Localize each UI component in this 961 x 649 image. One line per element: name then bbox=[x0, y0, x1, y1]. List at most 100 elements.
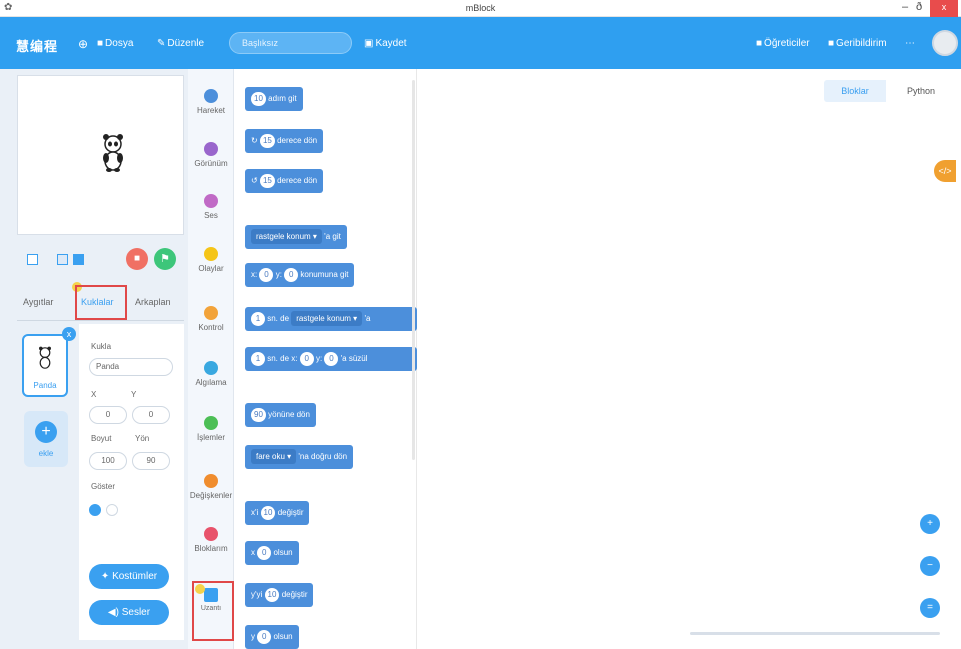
size-field[interactable]: 100 bbox=[89, 452, 127, 470]
block-glide-to-xy[interactable]: 1 sn. de x: 0 y: 0 'a süzül bbox=[245, 347, 417, 371]
tab-devices[interactable]: Aygıtlar bbox=[23, 297, 53, 307]
zoom-out-button[interactable]: − bbox=[920, 556, 940, 576]
block-input[interactable]: 1 bbox=[251, 311, 265, 326]
category-operators[interactable]: İşlemler bbox=[188, 404, 234, 454]
category-events[interactable]: Olaylar bbox=[188, 235, 234, 285]
edit-menu-label: Düzenle bbox=[167, 38, 205, 49]
block-text: y: bbox=[275, 270, 282, 279]
tutorials-menu[interactable]: ■ Öğreticiler bbox=[756, 38, 810, 49]
block-text: x: bbox=[251, 270, 258, 279]
close-button[interactable]: x bbox=[930, 0, 958, 17]
more-menu[interactable]: ⋯ bbox=[905, 38, 915, 49]
x-field[interactable]: 0 bbox=[89, 406, 127, 424]
block-input[interactable]: 15 bbox=[259, 133, 275, 148]
block-turn-right[interactable]: ↻ 15 derece dön bbox=[245, 129, 324, 153]
mode-tabs: Bloklar Python bbox=[824, 80, 954, 102]
block-point-towards[interactable]: fare oku ▾ 'na doğru dön bbox=[245, 445, 354, 469]
folder-icon: ■ bbox=[97, 38, 104, 49]
block-move-steps[interactable]: 10 adım git bbox=[245, 87, 303, 111]
block-input[interactable]: 1 bbox=[251, 351, 265, 366]
sprite-card[interactable]: Panda bbox=[22, 334, 68, 397]
fullscreen-icon[interactable] bbox=[73, 254, 84, 265]
zoom-reset-button[interactable]: = bbox=[920, 598, 940, 618]
block-dropdown[interactable]: rastgele konum ▾ bbox=[251, 229, 322, 245]
category-sensing[interactable]: Algılama bbox=[188, 349, 234, 399]
block-input[interactable]: 0 bbox=[259, 267, 274, 282]
block-dropdown[interactable]: rastgele konum ▾ bbox=[291, 311, 363, 327]
block-go-to[interactable]: rastgele konum ▾ 'a git bbox=[245, 225, 347, 249]
language-globe-icon[interactable]: ⊕ bbox=[78, 37, 88, 51]
block-set-y[interactable]: y 0 olsun bbox=[245, 625, 299, 649]
block-glide-to[interactable]: 1 sn. de rastgele konum ▾ 'a bbox=[245, 307, 417, 331]
sounds-button[interactable]: ◀) Sesler bbox=[89, 600, 169, 625]
hide-eye-icon[interactable] bbox=[106, 504, 118, 516]
block-text: y'yi bbox=[251, 590, 263, 599]
block-text: 'a süzül bbox=[340, 354, 368, 363]
tab-background[interactable]: Arkaplan bbox=[135, 297, 171, 307]
stage-canvas[interactable] bbox=[17, 75, 184, 235]
tab-python[interactable]: Python bbox=[888, 80, 954, 102]
project-name-input[interactable]: Başlıksız bbox=[229, 32, 352, 54]
category-my-blocks[interactable]: Bloklarım bbox=[188, 515, 234, 565]
block-change-y[interactable]: y'yi 10 değiştir bbox=[245, 583, 314, 607]
block-text: değiştir bbox=[281, 590, 308, 599]
maximize-button[interactable]: ð bbox=[912, 0, 926, 17]
stop-button[interactable]: ■ bbox=[126, 248, 148, 270]
tab-blocks[interactable]: Bloklar bbox=[824, 80, 886, 102]
sprite-name-field[interactable]: Panda bbox=[89, 358, 173, 376]
size-label: Boyut bbox=[91, 434, 112, 443]
show-eye-icon[interactable] bbox=[89, 504, 101, 516]
block-input[interactable]: 10 bbox=[251, 91, 266, 106]
block-text: 'a git bbox=[324, 232, 341, 241]
category-sound[interactable]: Ses bbox=[188, 182, 234, 232]
block-text: yönüne dön bbox=[268, 410, 310, 419]
block-input[interactable]: 0 bbox=[284, 267, 299, 282]
block-go-to-xy[interactable]: x: 0 y: 0 konumuna git bbox=[245, 263, 355, 287]
normal-stage-icon[interactable] bbox=[57, 254, 68, 265]
script-workspace[interactable] bbox=[419, 69, 961, 649]
direction-field[interactable]: 90 bbox=[132, 452, 170, 470]
minimize-button[interactable]: – bbox=[898, 0, 912, 17]
sprite-name: Panda bbox=[33, 381, 57, 390]
sound-dot-icon bbox=[204, 194, 218, 208]
block-dropdown[interactable]: fare oku ▾ bbox=[251, 449, 297, 465]
block-input[interactable]: 0 bbox=[257, 629, 272, 644]
block-point-direction[interactable]: 90 yönüne dön bbox=[245, 403, 316, 427]
green-flag-button[interactable]: ⚑ bbox=[154, 248, 176, 270]
delete-sprite-badge[interactable]: x bbox=[62, 327, 76, 341]
costumes-button[interactable]: ✦ Kostümler bbox=[89, 564, 169, 589]
file-menu[interactable]: ■ Dosya bbox=[97, 38, 133, 49]
user-avatar[interactable] bbox=[932, 30, 958, 56]
zoom-in-button[interactable]: + bbox=[920, 514, 940, 534]
tutorials-label: Öğreticiler bbox=[764, 38, 810, 49]
x-label: X bbox=[91, 390, 97, 399]
block-input[interactable]: 10 bbox=[264, 587, 280, 602]
category-looks[interactable]: Görünüm bbox=[188, 130, 234, 180]
feedback-menu[interactable]: ■ Geribildirim bbox=[828, 38, 887, 49]
y-field[interactable]: 0 bbox=[132, 406, 170, 424]
sounds-label: Sesler bbox=[121, 607, 151, 618]
add-sprite-button[interactable]: + ekle bbox=[24, 411, 68, 467]
small-stage-icon[interactable] bbox=[27, 254, 38, 265]
category-control[interactable]: Kontrol bbox=[188, 294, 234, 344]
block-input[interactable]: 0 bbox=[324, 351, 339, 366]
block-turn-left[interactable]: ↺ 15 derece dön bbox=[245, 169, 324, 193]
category-variables[interactable]: Değişkenler bbox=[188, 462, 234, 512]
variables-dot-icon bbox=[204, 474, 218, 488]
block-input[interactable]: 0 bbox=[299, 351, 314, 366]
workspace-scrollbar[interactable] bbox=[690, 632, 940, 635]
block-input[interactable]: 0 bbox=[257, 545, 272, 560]
block-input[interactable]: 15 bbox=[259, 173, 275, 188]
palette-scrollbar[interactable] bbox=[412, 80, 415, 460]
block-change-x[interactable]: x'i 10 değiştir bbox=[245, 501, 310, 525]
code-view-button[interactable]: </> bbox=[934, 160, 956, 182]
block-input[interactable]: 90 bbox=[251, 407, 266, 422]
block-set-x[interactable]: x 0 olsun bbox=[245, 541, 299, 565]
save-icon: ▣ bbox=[364, 38, 374, 49]
block-input[interactable]: 10 bbox=[260, 505, 276, 520]
edit-menu[interactable]: ✎ Düzenle bbox=[157, 38, 204, 49]
block-text: sn. de x: bbox=[267, 354, 298, 363]
category-motion[interactable]: Hareket bbox=[188, 77, 234, 127]
save-button[interactable]: ▣ Kaydet bbox=[364, 38, 407, 49]
panda-sprite[interactable] bbox=[102, 133, 124, 173]
